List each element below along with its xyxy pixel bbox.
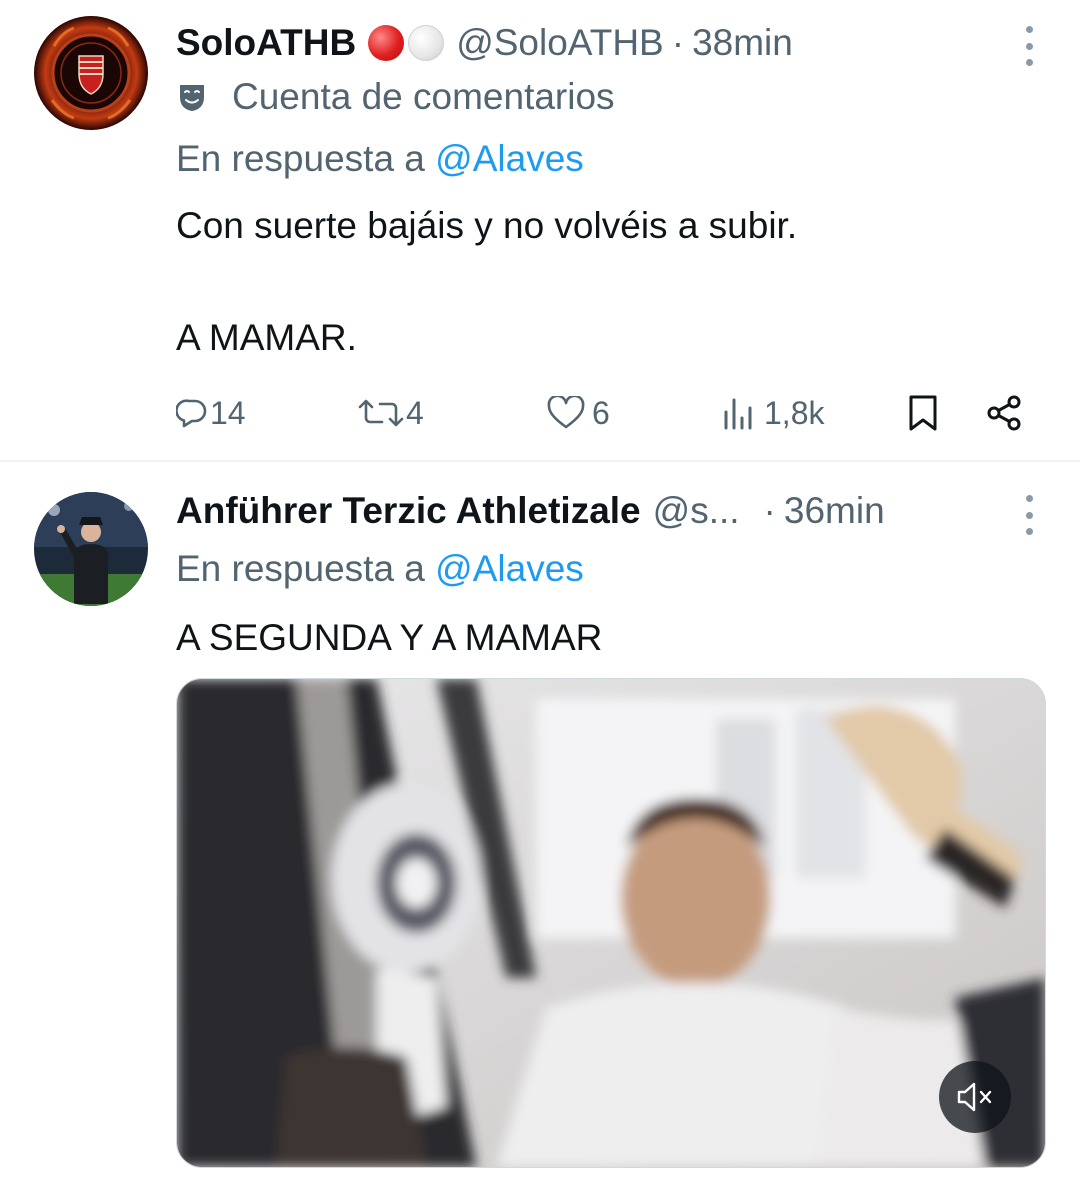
separator: · bbox=[671, 22, 685, 63]
share-icon bbox=[987, 395, 1021, 431]
repost-icon bbox=[358, 399, 404, 427]
account-label: Cuenta de comentarios bbox=[176, 72, 615, 122]
more-options-icon[interactable] bbox=[1022, 26, 1036, 66]
tweet-text-line: A MAMAR. bbox=[176, 317, 357, 358]
reply-prefix: En respuesta a bbox=[176, 548, 425, 589]
like-button[interactable]: 6 bbox=[546, 388, 610, 438]
tweet[interactable]: SoloATHB @SoloATHB · 38min Cuenta de com… bbox=[0, 0, 1080, 462]
timestamp[interactable]: 36min bbox=[784, 486, 885, 536]
timestamp[interactable]: 38min bbox=[692, 18, 793, 68]
speaker-muted-icon bbox=[957, 1082, 992, 1112]
avatar[interactable] bbox=[34, 492, 148, 606]
theater-masks-icon bbox=[180, 85, 204, 111]
account-label-text: Cuenta de comentarios bbox=[232, 76, 615, 117]
tweet[interactable]: Anführer Terzic Athletizale @s... · 36mi… bbox=[0, 464, 1080, 1177]
reply-mention-link[interactable]: @Alaves bbox=[435, 548, 584, 589]
share-button[interactable] bbox=[984, 388, 1024, 438]
red-circle-icon bbox=[368, 25, 405, 61]
reply-icon bbox=[176, 399, 207, 428]
repost-button[interactable]: 4 bbox=[356, 388, 424, 438]
reply-mention-link[interactable]: @Alaves bbox=[435, 138, 584, 179]
video-frame bbox=[177, 679, 1045, 1167]
tweet-header: SoloATHB @SoloATHB · 38min bbox=[176, 18, 1060, 68]
views-button[interactable]: 1,8k bbox=[722, 388, 824, 438]
handle[interactable]: @SoloATHB bbox=[456, 18, 664, 68]
separator: · bbox=[763, 490, 776, 531]
analytics-icon bbox=[724, 398, 752, 430]
display-name[interactable]: SoloATHB bbox=[176, 18, 356, 68]
video-player[interactable] bbox=[176, 678, 1046, 1168]
emoji-badges bbox=[368, 25, 445, 61]
display-name[interactable]: Anführer Terzic Athletizale bbox=[176, 486, 641, 536]
bookmark-button[interactable] bbox=[906, 388, 940, 438]
view-count: 1,8k bbox=[764, 394, 825, 431]
more-options-icon[interactable] bbox=[1022, 495, 1036, 535]
reply-button[interactable]: 14 bbox=[176, 388, 246, 438]
tweet-text-line: A SEGUNDA Y A MAMAR bbox=[176, 617, 603, 658]
white-circle-icon bbox=[408, 25, 445, 61]
reply-prefix: En respuesta a bbox=[176, 138, 425, 179]
heart-icon bbox=[547, 396, 585, 429]
handle[interactable]: @s... bbox=[653, 486, 740, 536]
tweet-header: Anführer Terzic Athletizale @s... · 36mi… bbox=[176, 486, 1060, 536]
avatar[interactable] bbox=[34, 16, 148, 130]
action-bar: 14 4 6 1,8k bbox=[176, 388, 1036, 438]
reply-count: 14 bbox=[210, 394, 246, 431]
mute-toggle-button[interactable] bbox=[939, 1061, 1011, 1133]
bookmark-icon bbox=[909, 395, 937, 431]
reply-context: En respuesta a @Alaves bbox=[176, 138, 584, 180]
reply-context: En respuesta a @Alaves bbox=[176, 548, 584, 590]
tweet-text-line: Con suerte bajáis y no volvéis a subir. bbox=[176, 205, 798, 246]
repost-count: 4 bbox=[406, 394, 424, 431]
like-count: 6 bbox=[592, 394, 610, 431]
